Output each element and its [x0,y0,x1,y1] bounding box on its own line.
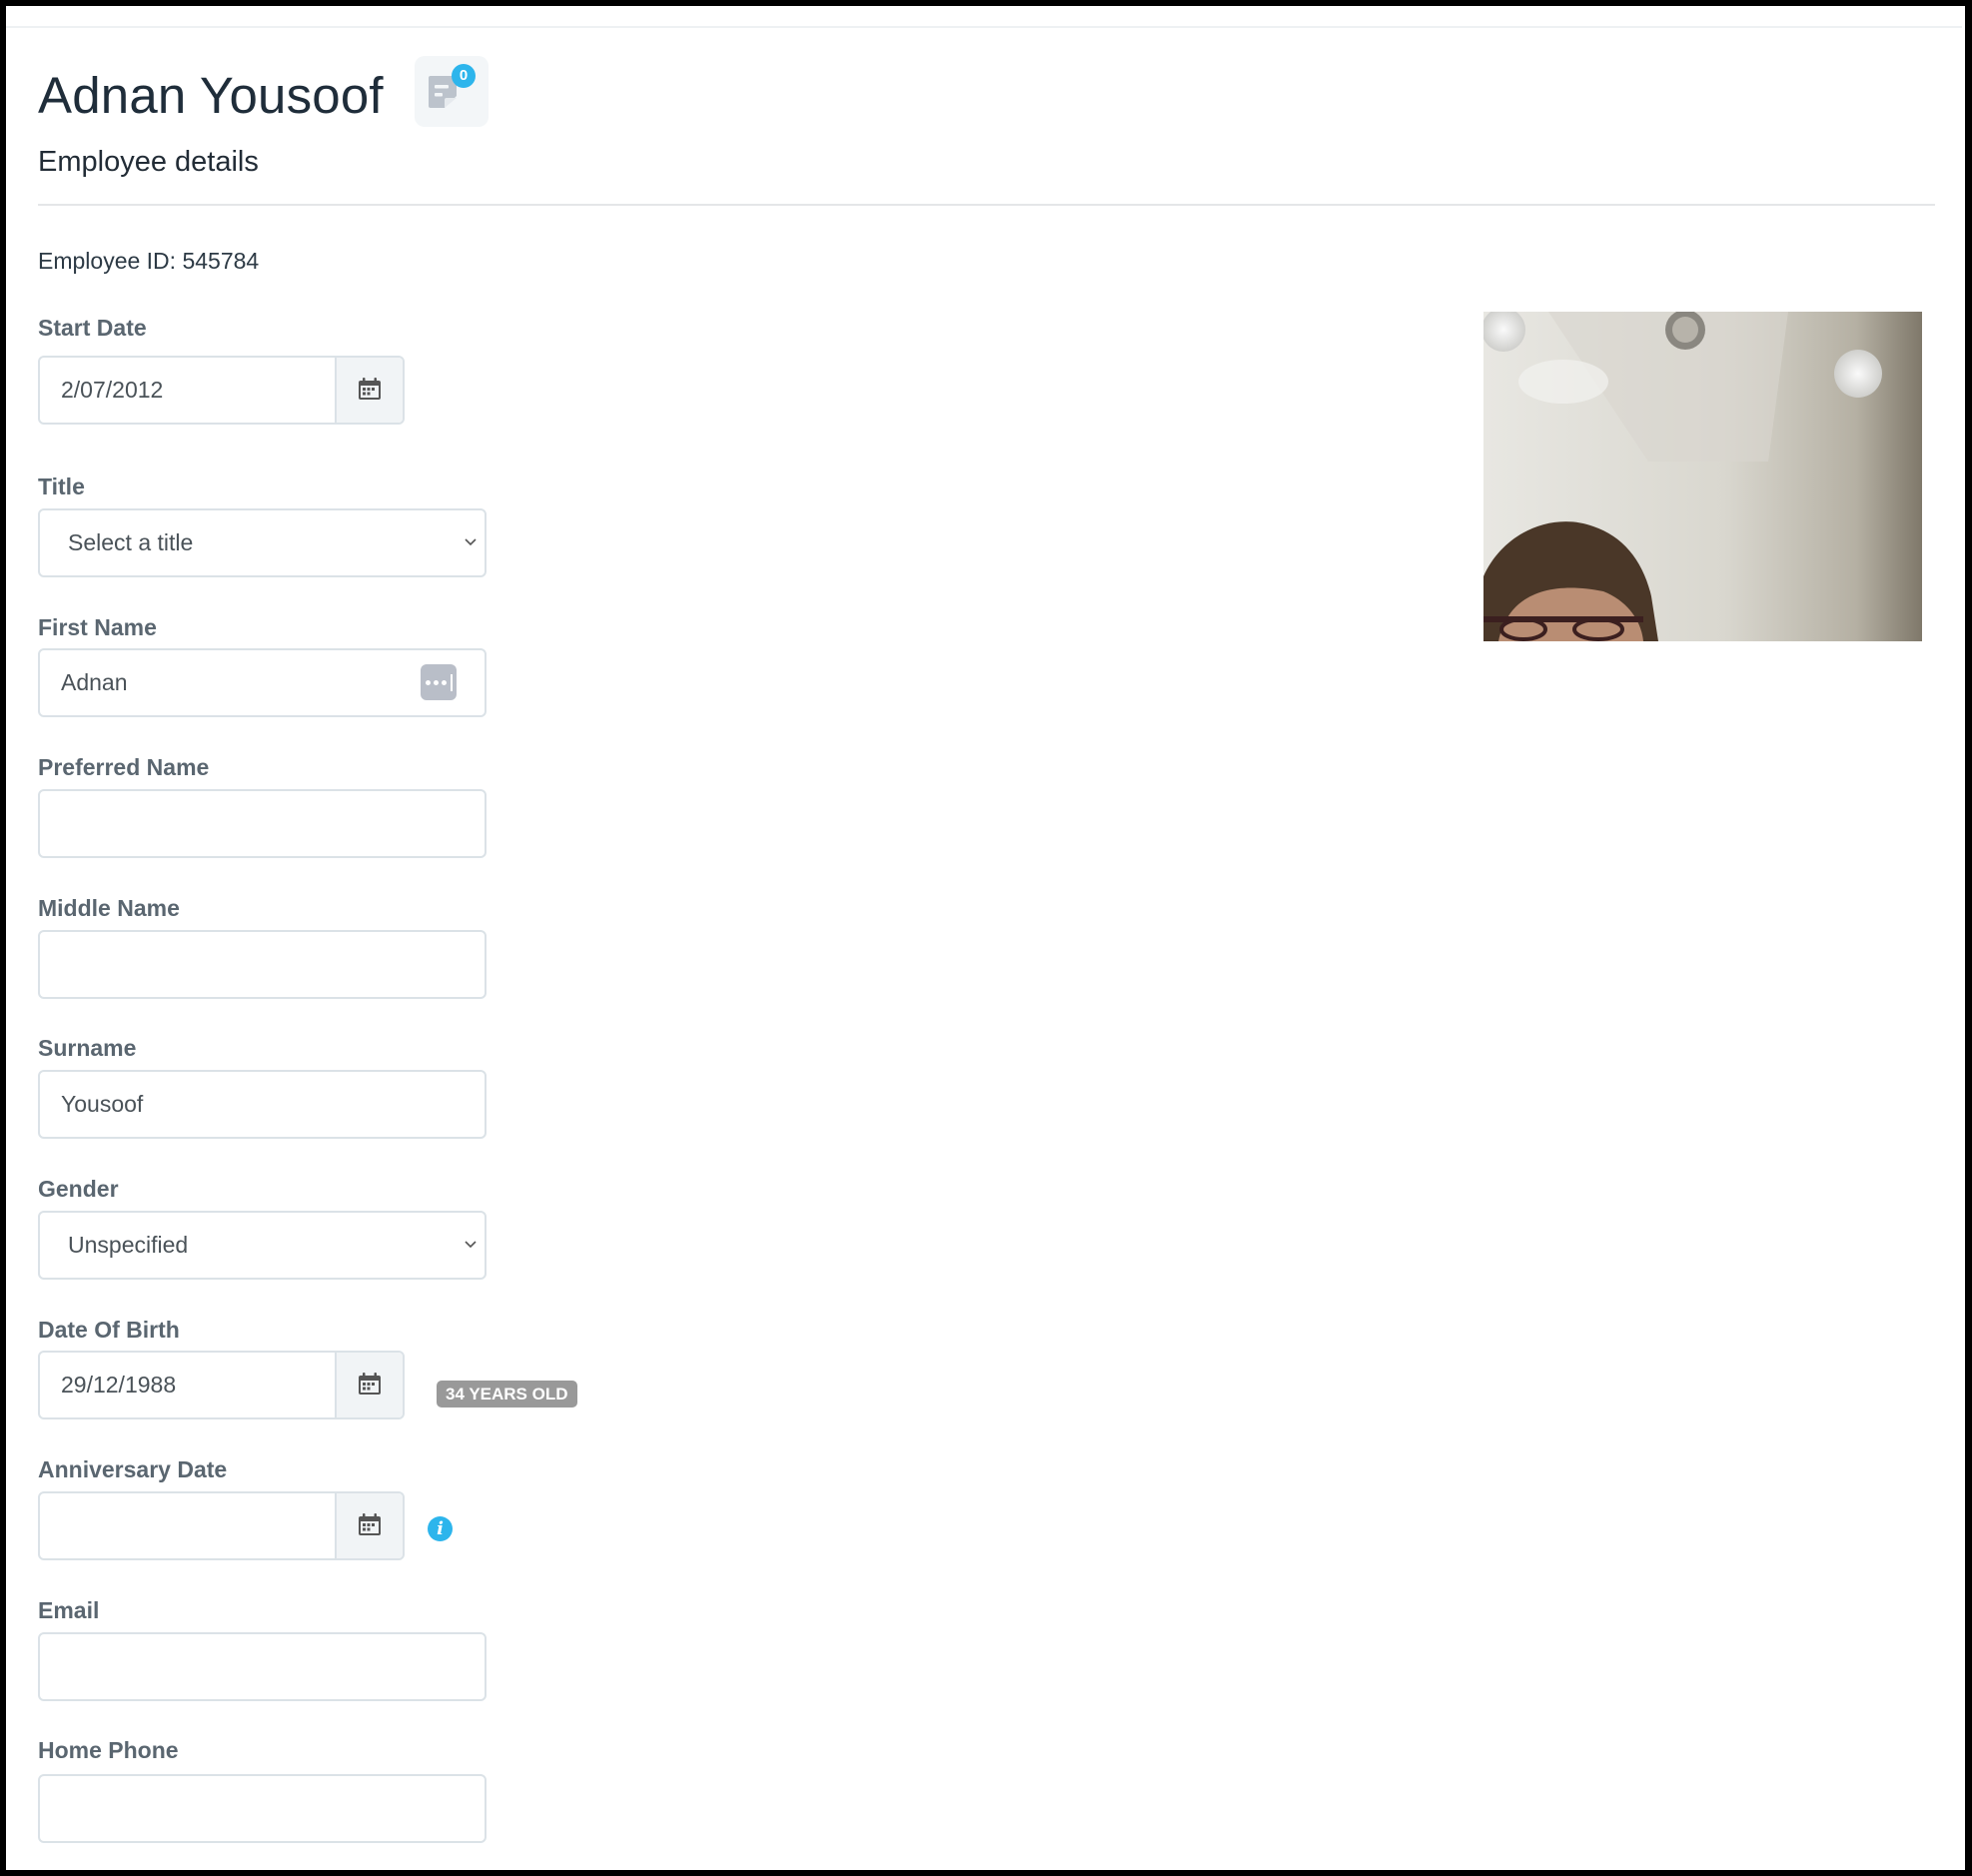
notes-button[interactable]: 0 [415,56,489,127]
employee-name-heading: Adnan Yousoof [38,67,384,124]
employee-id: Employee ID: 545784 [38,248,260,274]
gender-label: Gender [38,1176,119,1202]
chevron-down-icon [465,538,477,546]
password-autofill-icon[interactable] [421,664,457,700]
preferred-name-label: Preferred Name [38,754,210,780]
middle-name-input[interactable] [38,930,487,999]
home-phone-label: Home Phone [38,1737,179,1763]
email-label: Email [38,1597,100,1623]
header-divider [38,204,1935,206]
title-select[interactable]: Select a title [38,508,487,577]
gender-select-value: Unspecified [68,1232,189,1258]
age-badge: 34 YEARS OLD [437,1381,577,1407]
first-name-value: Adnan [61,669,128,695]
preferred-name-input[interactable] [38,789,487,858]
home-phone-input[interactable] [38,1774,487,1843]
surname-label: Surname [38,1035,137,1061]
start-date-calendar-button[interactable] [335,358,403,423]
date-of-birth-label: Date Of Birth [38,1317,180,1343]
calendar-icon [359,1373,381,1395]
start-date-field[interactable]: 2/07/2012 [38,356,405,425]
title-select-value: Select a title [68,529,194,555]
info-icon[interactable]: i [428,1516,453,1541]
anniversary-date-calendar-button[interactable] [335,1493,403,1558]
employee-photo [1483,312,1922,641]
gender-select[interactable]: Unspecified [38,1211,487,1280]
page-subtitle: Employee details [38,146,259,178]
date-of-birth-value: 29/12/1988 [61,1372,177,1398]
title-label: Title [38,473,85,499]
anniversary-date-label: Anniversary Date [38,1456,228,1482]
start-date-label: Start Date [38,315,147,341]
first-name-input[interactable]: Adnan [38,648,487,717]
calendar-icon [359,378,381,400]
first-name-label: First Name [38,614,157,640]
employee-details-page: Adnan Yousoof 0 Employee details Employe… [6,6,1965,1870]
surname-input[interactable]: Yousoof [38,1070,487,1139]
date-of-birth-calendar-button[interactable] [335,1353,403,1417]
date-of-birth-field[interactable]: 29/12/1988 [38,1351,405,1419]
top-border-line [6,26,1962,28]
chevron-down-icon [465,1241,477,1249]
email-input[interactable] [38,1632,487,1701]
start-date-value: 2/07/2012 [61,377,164,403]
middle-name-label: Middle Name [38,895,180,921]
surname-value: Yousoof [61,1091,144,1117]
calendar-icon [359,1513,381,1535]
notes-count-badge: 0 [452,64,476,88]
anniversary-date-field[interactable] [38,1491,405,1560]
